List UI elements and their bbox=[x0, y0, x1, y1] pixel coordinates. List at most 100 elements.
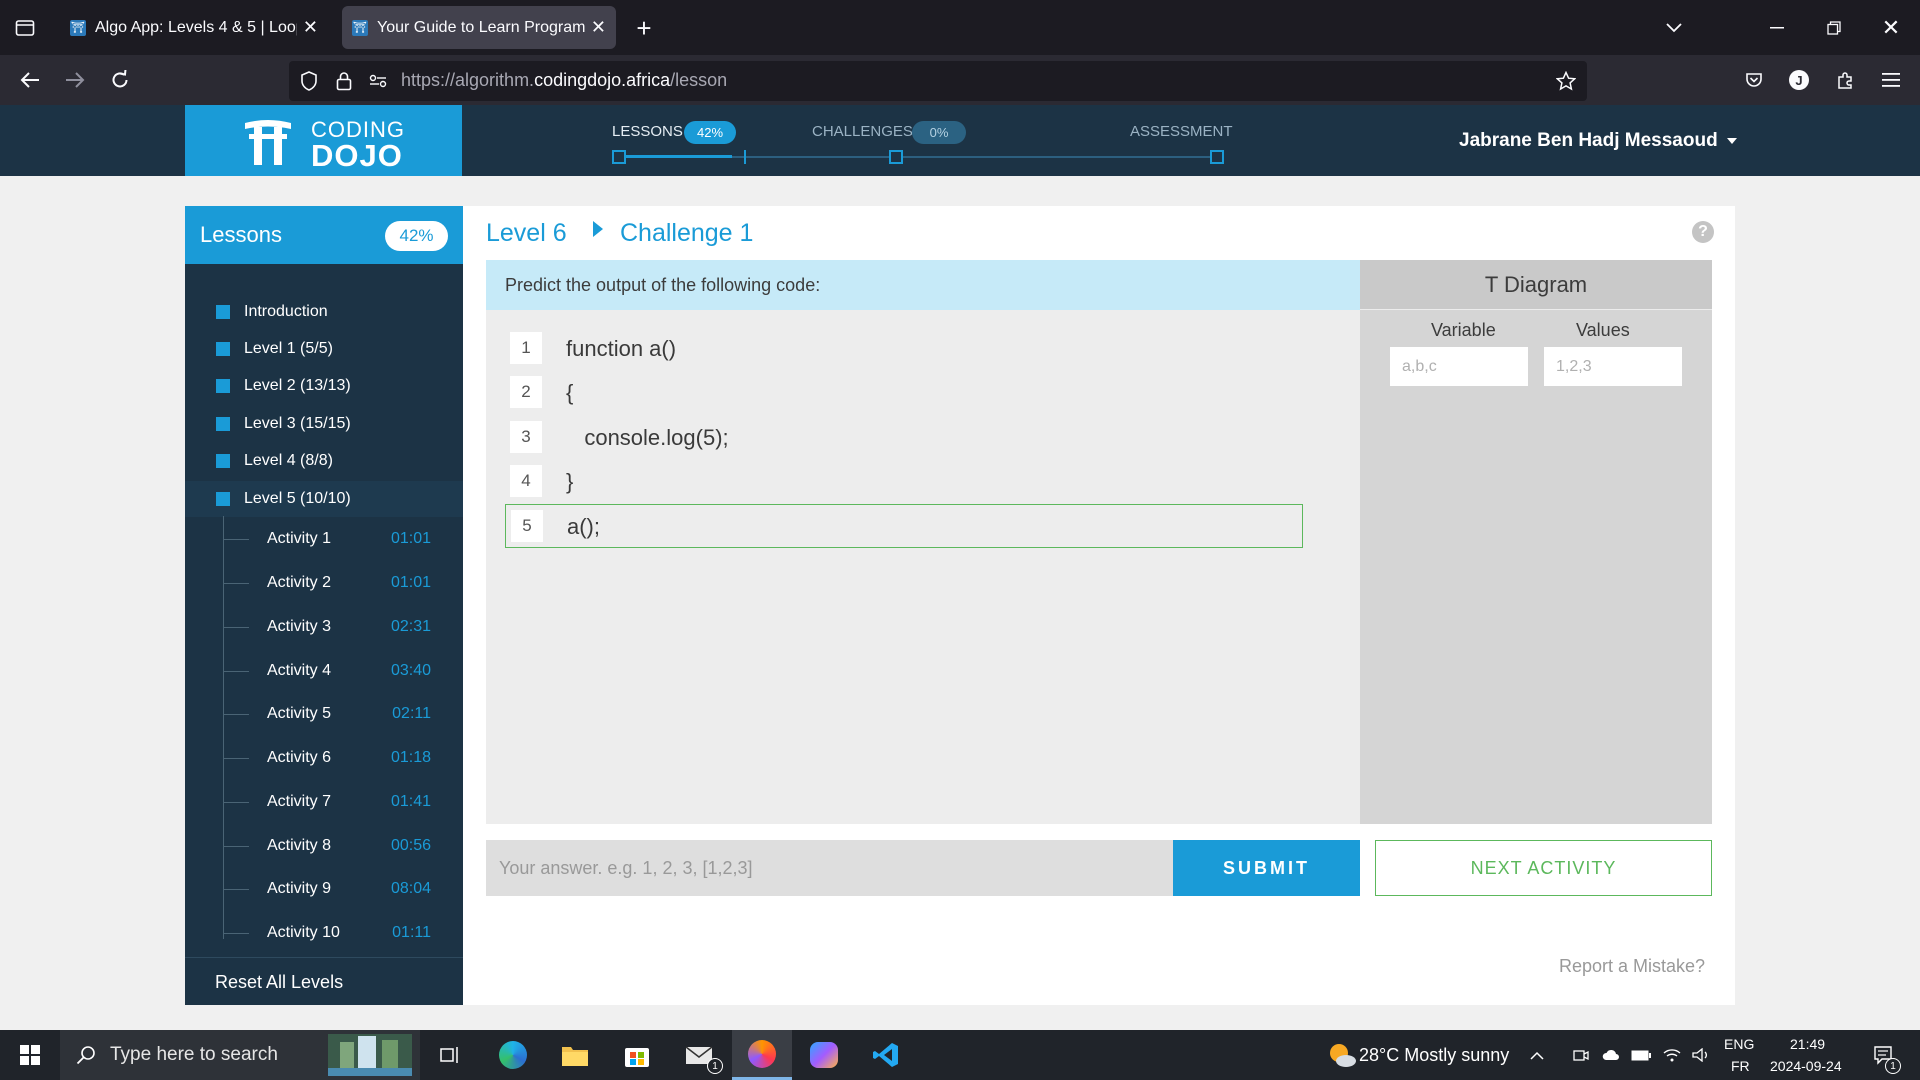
clock-time[interactable]: 21:49 bbox=[1790, 1036, 1825, 1052]
mail-icon[interactable]: 1 bbox=[670, 1030, 730, 1080]
user-menu[interactable]: Jabrane Ben Hadj Messaoud bbox=[1459, 130, 1737, 152]
mail-badge: 1 bbox=[707, 1058, 723, 1074]
code-line-active[interactable]: 5 a(); bbox=[505, 504, 1303, 548]
activity-item-4[interactable]: Activity 4 03:40 bbox=[223, 650, 463, 694]
bullet-square-icon bbox=[216, 454, 230, 468]
firefox-icon[interactable] bbox=[732, 1030, 792, 1080]
activity-time: 01:18 bbox=[390, 749, 431, 766]
challenges-progress-label[interactable]: CHALLENGES bbox=[812, 123, 913, 140]
code-line[interactable]: 1 function a() bbox=[505, 327, 1303, 371]
assessment-progress-label[interactable]: ASSESSMENT bbox=[1130, 123, 1233, 140]
code-line[interactable]: 3 console.log(5); bbox=[505, 416, 1303, 460]
activity-item-2[interactable]: Activity 2 01:01 bbox=[223, 562, 463, 606]
sidebar-item-introduction[interactable]: Introduction bbox=[185, 294, 463, 330]
copilot-icon[interactable] bbox=[794, 1030, 854, 1080]
caret-down-icon bbox=[1726, 137, 1737, 144]
restore-window-icon[interactable] bbox=[1814, 8, 1854, 48]
back-icon[interactable] bbox=[10, 60, 50, 100]
sidebar-item-level-1[interactable]: Level 1 (5/5) bbox=[185, 331, 463, 367]
task-view-icon[interactable] bbox=[420, 1030, 480, 1080]
edge-browser-icon[interactable] bbox=[483, 1030, 543, 1080]
bookmark-star-icon[interactable] bbox=[1546, 61, 1586, 101]
sidebar-item-label: Introduction bbox=[244, 303, 328, 320]
reload-icon[interactable] bbox=[100, 60, 140, 100]
activity-item-1[interactable]: Activity 1 01:01 bbox=[223, 518, 463, 562]
bullet-square-icon bbox=[216, 379, 230, 393]
lessons-progress-label[interactable]: LESSONS bbox=[612, 123, 683, 140]
activity-time: 03:40 bbox=[390, 662, 431, 679]
file-explorer-icon[interactable] bbox=[545, 1030, 605, 1080]
reset-all-levels-link[interactable]: Reset All Levels bbox=[215, 972, 343, 993]
windows-start-icon[interactable] bbox=[0, 1030, 60, 1080]
pocket-icon[interactable] bbox=[1734, 60, 1774, 100]
account-avatar-icon[interactable]: J bbox=[1779, 60, 1819, 100]
microsoft-store-icon[interactable] bbox=[607, 1030, 667, 1080]
report-mistake-link[interactable]: Report a Mistake? bbox=[1559, 956, 1705, 977]
close-tab-icon[interactable]: ✕ bbox=[591, 17, 606, 38]
next-activity-button[interactable]: NEXT ACTIVITY bbox=[1375, 840, 1712, 896]
tab-list-icon[interactable] bbox=[5, 8, 45, 48]
sidebar-item-level-5[interactable]: Level 5 (10/10) bbox=[185, 481, 463, 517]
language-indicator-bottom[interactable]: FR bbox=[1731, 1058, 1750, 1074]
browser-tab-guide[interactable]: ⛩ Your Guide to Learn Programmi ✕ bbox=[342, 6, 616, 49]
menu-icon[interactable] bbox=[1871, 60, 1911, 100]
notifications-icon[interactable]: 1 bbox=[1863, 1030, 1903, 1080]
minimize-window-icon[interactable] bbox=[1757, 8, 1797, 48]
activity-item-7[interactable]: Activity 7 01:41 bbox=[223, 781, 463, 825]
browser-tab-algo-app[interactable]: ⛩ Algo App: Levels 4 & 5 | Loops I ✕ bbox=[60, 6, 328, 49]
close-tab-icon[interactable]: ✕ bbox=[303, 17, 318, 38]
values-input[interactable] bbox=[1544, 347, 1682, 386]
battery-icon[interactable] bbox=[1628, 1030, 1654, 1080]
language-indicator-top[interactable]: ENG bbox=[1724, 1036, 1754, 1052]
code-line[interactable]: 4} bbox=[505, 460, 1303, 504]
activity-name: Activity 9 bbox=[267, 880, 332, 897]
extensions-icon[interactable] bbox=[1825, 60, 1865, 100]
close-window-icon[interactable]: ✕ bbox=[1871, 8, 1911, 48]
answer-input[interactable] bbox=[486, 840, 1173, 896]
site-permissions-icon[interactable] bbox=[358, 61, 398, 101]
activity-item-5[interactable]: Activity 5 02:11 bbox=[223, 693, 463, 737]
forward-icon[interactable] bbox=[55, 60, 95, 100]
notification-badge: 1 bbox=[1885, 1058, 1901, 1074]
onedrive-cloud-icon[interactable] bbox=[1598, 1030, 1624, 1080]
coding-dojo-logo[interactable]: CODING DOJO bbox=[185, 105, 462, 176]
show-hidden-icons-icon[interactable] bbox=[1522, 1030, 1552, 1080]
activity-item-3[interactable]: Activity 3 02:31 bbox=[223, 606, 463, 650]
sidebar-item-level-2[interactable]: Level 2 (13/13) bbox=[185, 368, 463, 404]
user-name: Jabrane Ben Hadj Messaoud bbox=[1459, 130, 1718, 151]
code-area: Predict the output of the following code… bbox=[486, 260, 1360, 824]
sidebar-title: Lessons bbox=[200, 222, 282, 247]
activity-item-9[interactable]: Activity 9 08:04 bbox=[223, 868, 463, 912]
variable-input[interactable] bbox=[1390, 347, 1528, 386]
activity-item-8[interactable]: Activity 8 00:56 bbox=[223, 825, 463, 869]
sidebar-item-level-3[interactable]: Level 3 (15/15) bbox=[185, 406, 463, 442]
vscode-icon[interactable] bbox=[856, 1030, 916, 1080]
tracking-shield-icon[interactable] bbox=[289, 61, 329, 101]
line-number: 5 bbox=[511, 510, 543, 542]
url-prefix: https://algorithm. bbox=[401, 70, 535, 90]
clock-date[interactable]: 2024-09-24 bbox=[1770, 1058, 1842, 1074]
url-path: /lesson bbox=[670, 70, 728, 90]
challenges-progress-badge: 0% bbox=[912, 121, 966, 144]
sidebar-item-level-4[interactable]: Level 4 (8/8) bbox=[185, 443, 463, 479]
activity-name: Activity 6 bbox=[267, 749, 332, 766]
code-text: function a() bbox=[566, 336, 677, 361]
taskbar-search[interactable]: Type here to search bbox=[60, 1030, 420, 1080]
activity-time: 01:01 bbox=[390, 530, 431, 547]
wifi-icon[interactable] bbox=[1659, 1030, 1685, 1080]
url-text[interactable]: https://algorithm.codingdojo.africa/less… bbox=[401, 70, 727, 91]
divider bbox=[185, 957, 463, 958]
lessons-progress-badge: 42% bbox=[684, 121, 736, 144]
code-text: } bbox=[566, 469, 574, 494]
submit-button[interactable]: SUBMIT bbox=[1173, 840, 1360, 896]
meet-now-icon[interactable] bbox=[1568, 1030, 1594, 1080]
list-all-tabs-icon[interactable] bbox=[1654, 8, 1694, 48]
code-line[interactable]: 2{ bbox=[505, 371, 1303, 415]
breadcrumb-level[interactable]: Level 6 bbox=[486, 219, 567, 248]
activity-item-6[interactable]: Activity 6 01:18 bbox=[223, 737, 463, 781]
activity-item-10[interactable]: Activity 10 01:11 bbox=[223, 912, 463, 956]
weather-text[interactable]: 28°C Mostly sunny bbox=[1359, 1045, 1509, 1066]
new-tab-icon[interactable]: + bbox=[624, 8, 664, 48]
help-icon[interactable]: ? bbox=[1692, 221, 1714, 243]
volume-icon[interactable] bbox=[1688, 1030, 1714, 1080]
